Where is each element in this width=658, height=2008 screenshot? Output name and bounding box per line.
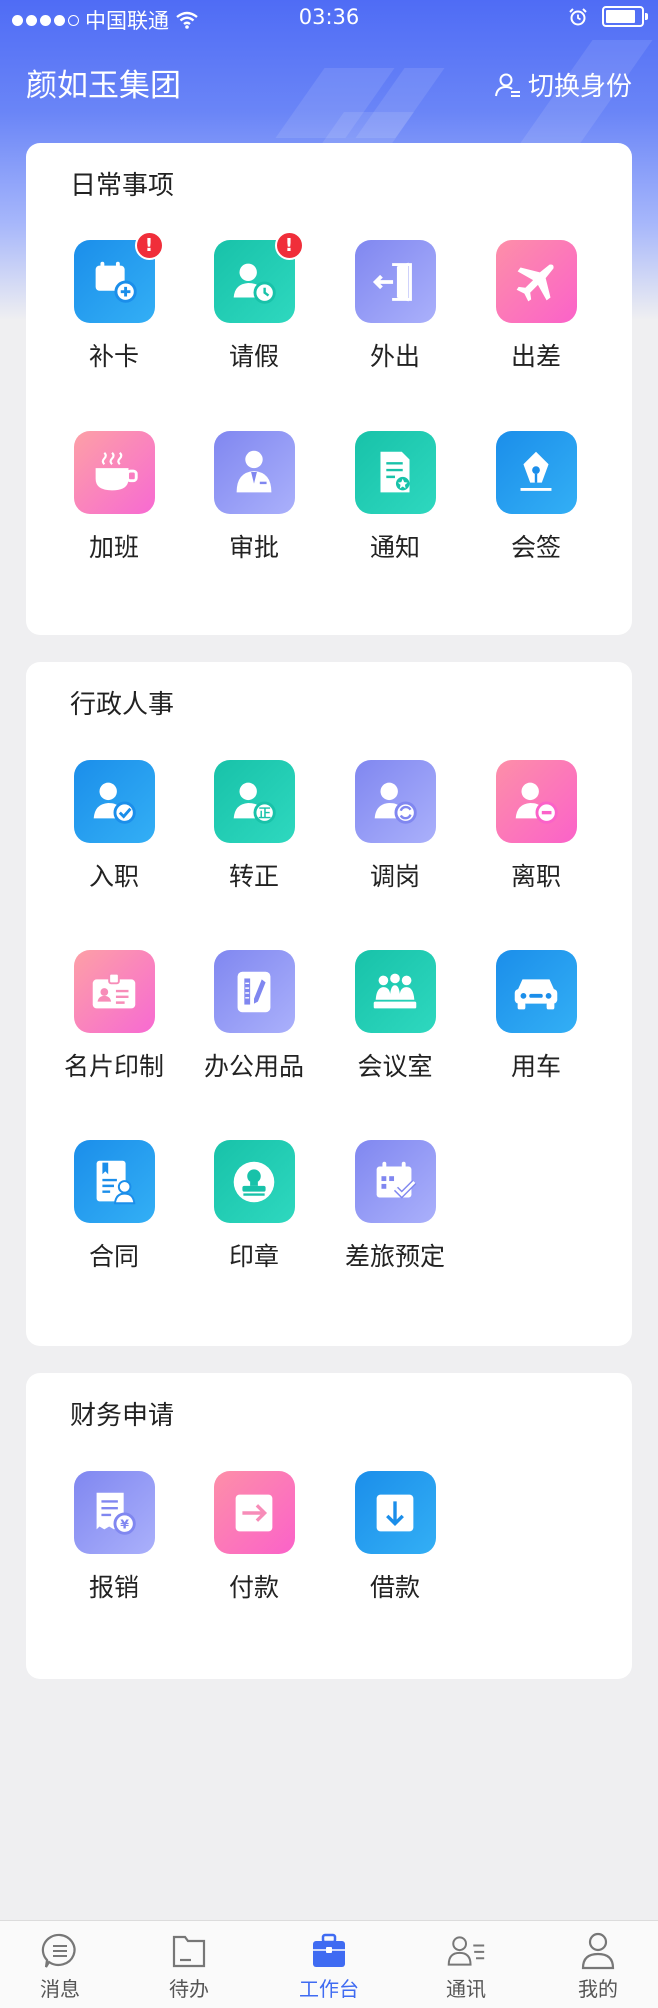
item-meeting-room[interactable]: 会议室: [325, 950, 465, 1083]
item-go-out[interactable]: 外出: [325, 240, 465, 373]
item-business-card-printing[interactable]: 名片印制: [44, 950, 184, 1083]
alert-badge: !: [134, 231, 164, 260]
item-countersign[interactable]: 会签: [466, 431, 606, 564]
contract-icon: [96, 1160, 136, 1204]
item-resignation[interactable]: 离职: [466, 760, 606, 893]
switch-user-icon: [494, 73, 520, 97]
item-clock-in-correction[interactable]: ! 补卡: [44, 231, 184, 373]
contacts-icon: [447, 1936, 485, 1966]
meeting-room-icon: [373, 973, 417, 1008]
payment-arrow-icon: [235, 1494, 273, 1531]
door-exit-icon: [372, 262, 412, 301]
calendar-add-icon: [95, 261, 137, 303]
tab-messages[interactable]: 消息: [5, 1931, 115, 2002]
item-loan[interactable]: 借款: [325, 1471, 465, 1604]
user-check-icon: [93, 782, 136, 824]
user-clock-icon: [233, 263, 276, 304]
item-vehicle[interactable]: 用车: [466, 950, 606, 1083]
status-time: 03:36: [298, 5, 360, 29]
switch-identity-button[interactable]: 切换身份: [494, 66, 632, 103]
tab-workbench[interactable]: 工作台: [274, 1931, 384, 2002]
finance-application-card: 财务申请 ¥ 报销 付款 借款: [26, 1373, 632, 1679]
item-office-supplies[interactable]: 办公用品: [184, 950, 324, 1083]
admin-hr-card: 行政人事 入职 正 转正 调岗 离职 名片印制 办公用品 会议室 用车 合同 印…: [26, 662, 632, 1346]
reimburse-icon: ¥: [96, 1492, 136, 1535]
item-regularization[interactable]: 正 转正: [184, 760, 324, 893]
tab-profile[interactable]: 我的: [543, 1931, 653, 2002]
item-seal[interactable]: 印章: [184, 1140, 324, 1273]
folder-icon: [172, 1935, 206, 1968]
item-notice[interactable]: 通知: [325, 431, 465, 564]
tab-contacts[interactable]: 通讯: [411, 1931, 521, 2002]
notice-doc-icon: [380, 451, 410, 492]
chat-bubble-icon: [41, 1933, 76, 1968]
switch-identity-label: 切换身份: [527, 72, 632, 102]
item-transfer[interactable]: 调岗: [325, 760, 465, 893]
business-card-icon: [92, 972, 136, 1008]
car-icon: [514, 978, 558, 1009]
bottom-tab-bar: 消息 待办 工作台 通讯 我的: [0, 1920, 658, 2008]
airplane-icon: [516, 263, 554, 301]
item-payment[interactable]: 付款: [184, 1471, 324, 1604]
regular-glyph: 正: [258, 805, 271, 820]
tab-todo[interactable]: 待办: [134, 1931, 244, 2002]
item-reimbursement[interactable]: ¥ 报销: [44, 1471, 184, 1604]
user-transfer-icon: [374, 782, 417, 824]
seal-stamp-icon: [233, 1161, 275, 1202]
coffee-cup-icon: [95, 451, 138, 490]
item-leave[interactable]: ! 请假: [184, 231, 324, 373]
pen-nib-icon: [520, 451, 552, 491]
section-title: 日常事项: [70, 171, 175, 201]
profile-icon: [581, 1932, 615, 1970]
stationery-icon: [237, 971, 271, 1012]
loan-download-icon: [376, 1494, 414, 1531]
item-business-trip[interactable]: 出差: [466, 240, 606, 373]
company-name: 颜如玉集团: [26, 68, 181, 104]
item-overtime[interactable]: 加班: [44, 431, 184, 564]
status-bar: 中国联通 03:36: [0, 0, 658, 36]
briefcase-icon: [313, 1933, 345, 1967]
user-remove-icon: [515, 782, 558, 824]
travel-booking-icon: [376, 1161, 417, 1199]
item-contract[interactable]: 合同: [44, 1140, 184, 1273]
manager-icon: [236, 450, 272, 492]
daily-affairs-card: 日常事项 ! 补卡 ! 请假 外出 出差 加班 审批 通知 会签: [26, 143, 632, 635]
battery-icon: [602, 6, 648, 27]
currency-glyph: ¥: [120, 1516, 129, 1531]
section-title: 行政人事: [70, 690, 175, 720]
alarm-icon: [569, 7, 587, 25]
item-travel-booking[interactable]: 差旅预定: [325, 1140, 465, 1273]
item-onboarding[interactable]: 入职: [44, 760, 184, 893]
user-regular-icon: 正: [233, 782, 276, 824]
section-title: 财务申请: [70, 1401, 175, 1431]
alert-badge: !: [274, 231, 304, 260]
item-approval[interactable]: 审批: [184, 431, 324, 564]
